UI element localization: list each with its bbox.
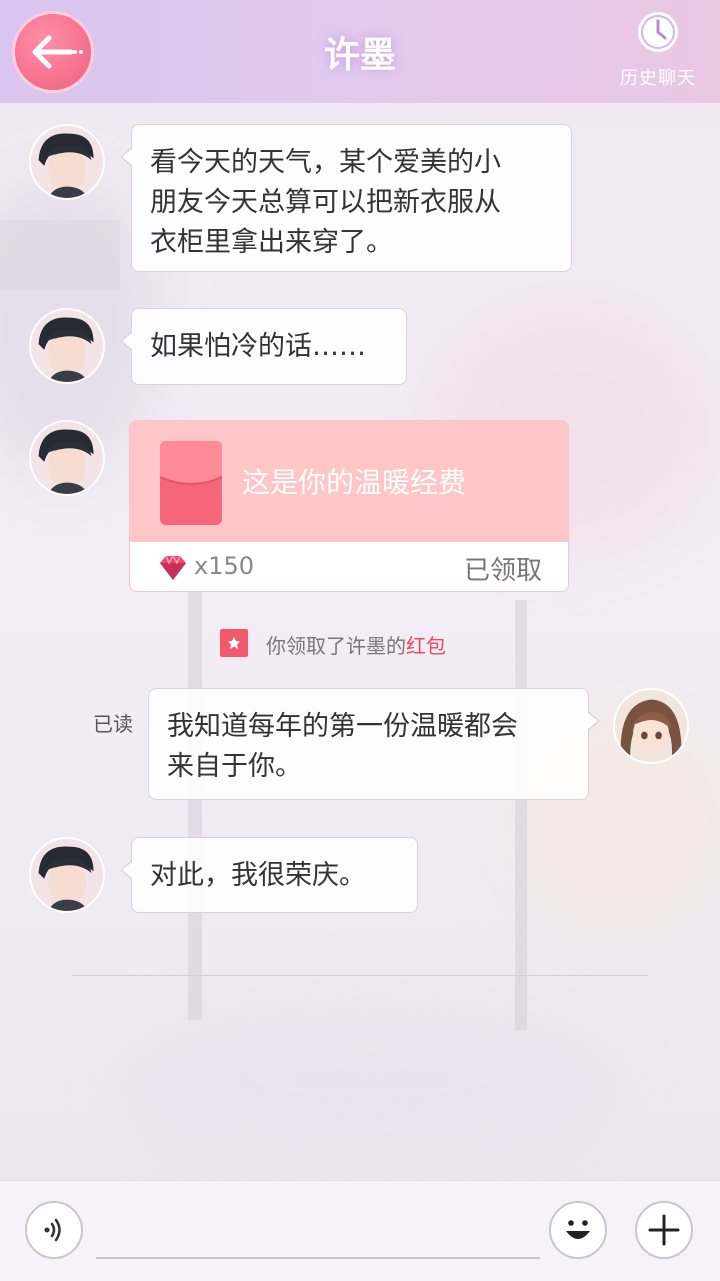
contact-avatar[interactable] (29, 124, 105, 200)
clock-icon (638, 12, 678, 52)
message-line: 我知道每年的第一份温暖都会 (167, 711, 518, 742)
page-title: 许墨 (323, 34, 396, 76)
history-chat-button[interactable]: 历史聊天 (610, 8, 706, 94)
contact-avatar[interactable] (29, 837, 105, 913)
contact-avatar[interactable] (29, 420, 105, 496)
contact-avatar[interactable] (29, 308, 105, 384)
divider (72, 975, 648, 976)
history-chat-label: 历史聊天 (620, 68, 696, 89)
red-packet-amount: x150 (194, 552, 255, 580)
message-text: 对此，我很荣庆。 (150, 860, 366, 891)
red-envelope-icon (159, 441, 223, 525)
plus-icon (648, 1214, 680, 1246)
diamond-gem-icon (160, 554, 186, 580)
voice-icon (44, 1218, 61, 1242)
message-line: 来自于你。 (167, 751, 302, 782)
message-line: 衣柜里拿出来穿了。 (150, 227, 393, 258)
message-bubble: 对此，我很荣庆。 (120, 837, 418, 913)
emoji-button[interactable] (549, 1201, 607, 1259)
back-button[interactable] (12, 11, 94, 93)
message-line: 朋友今天总算可以把新衣服从 (150, 187, 501, 218)
back-arrow-icon (32, 35, 83, 69)
chat-header: 许墨 历史聊天 (0, 0, 720, 103)
message-line: 看今天的天气，某个爱美的小 (150, 147, 501, 178)
input-bar (0, 1180, 720, 1281)
system-notice-prefix: 你领取了许墨的 (266, 634, 406, 658)
red-packet-top: 这是你的温暖经费 (130, 421, 568, 542)
red-packet-card[interactable]: 这是你的温暖经费 x150 已领取 (129, 420, 569, 592)
message-text: 如果怕冷的话…… (150, 331, 366, 362)
read-receipt: 已读 (93, 712, 133, 736)
self-avatar[interactable] (613, 688, 689, 764)
red-packet-icon (220, 629, 248, 657)
system-notice-text: 你领取了许墨的红包 (266, 630, 446, 659)
message-bubble: 如果怕冷的话…… (120, 308, 407, 385)
message-input[interactable] (96, 1257, 540, 1259)
message-bubble: 我知道每年的第一份温暖都会 来自于你。 (148, 688, 600, 800)
red-packet-footer: x150 已领取 (130, 542, 568, 591)
emoji-icon (566, 1220, 590, 1239)
red-packet-text: 这是你的温暖经费 (242, 466, 467, 499)
red-packet-status: 已领取 (463, 556, 542, 586)
more-button[interactable] (635, 1201, 693, 1259)
system-notice-highlight: 红包 (406, 634, 446, 658)
voice-button[interactable] (25, 1201, 83, 1259)
message-bubble: 看今天的天气，某个爱美的小 朋友今天总算可以把新衣服从 衣柜里拿出来穿了。 (120, 124, 572, 272)
